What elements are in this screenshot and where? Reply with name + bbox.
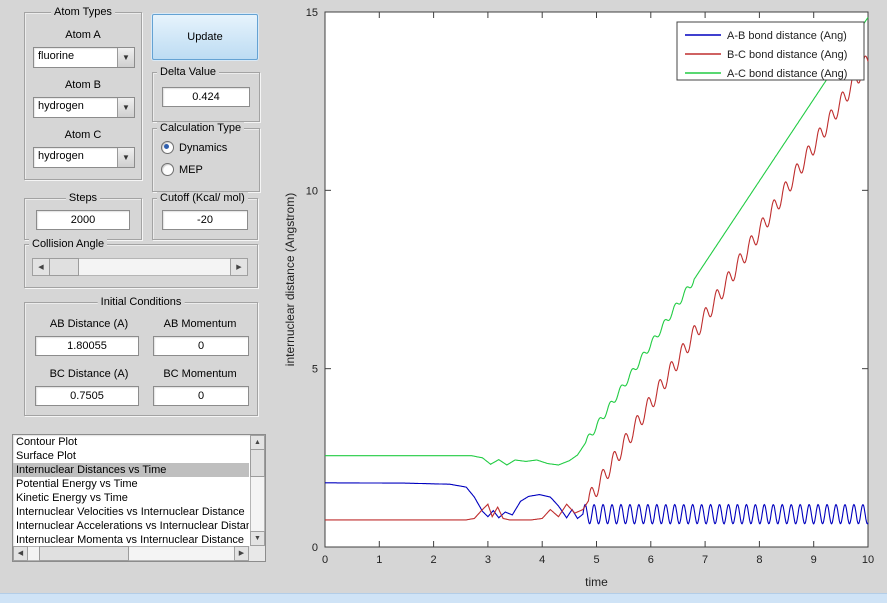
y-tick-label: 10 [306, 185, 318, 197]
legend-entry-label: B-C bond distance (Ang) [727, 49, 847, 61]
x-axis-label: time [585, 575, 608, 589]
x-tick-label: 5 [593, 554, 599, 566]
x-tick-label: 2 [431, 554, 437, 566]
legend-entry-label: A-C bond distance (Ang) [727, 68, 847, 80]
legend-entry-label: A-B bond distance (Ang) [727, 30, 847, 42]
x-tick-label: 4 [539, 554, 545, 566]
x-tick-label: 6 [648, 554, 654, 566]
y-axis-label: internuclear distance (Angstrom) [283, 193, 297, 366]
app-window: { "window": { "bg_color": "#d6d6d6", "bo… [0, 0, 887, 603]
x-tick-label: 0 [322, 554, 328, 566]
x-tick-label: 10 [862, 554, 874, 566]
x-tick-label: 9 [811, 554, 817, 566]
window-bottom-strip [0, 593, 887, 603]
y-tick-label: 5 [312, 364, 318, 376]
y-tick-label: 15 [306, 7, 318, 19]
x-tick-label: 3 [485, 554, 491, 566]
plot-background [324, 11, 869, 548]
x-tick-label: 1 [376, 554, 382, 566]
y-tick-label: 0 [312, 542, 318, 554]
x-tick-label: 8 [756, 554, 762, 566]
plot-canvas: 0 1 2 3 4 5 6 7 8 9 10 0 5 10 15 time internuclear dista… [283, 7, 874, 589]
x-tick-label: 7 [702, 554, 708, 566]
